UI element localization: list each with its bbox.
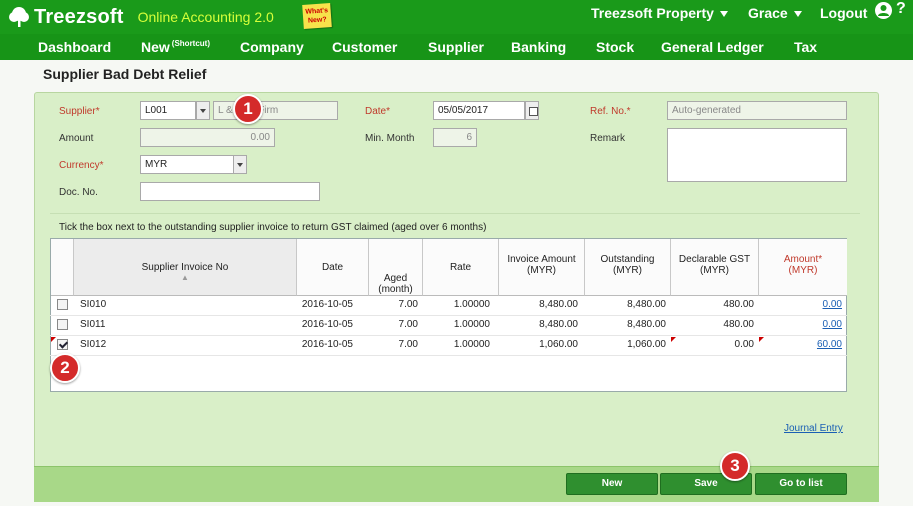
row-checkbox[interactable] (57, 299, 68, 310)
sort-ascending-icon: ▲ (181, 273, 189, 282)
menu-supplier[interactable]: Supplier (428, 39, 484, 55)
cell-invoice-amount: 8,480.00 (539, 319, 578, 330)
help-icon[interactable]: ? (896, 0, 906, 18)
select-column-header (51, 239, 74, 296)
cell-aged: 7.00 (398, 339, 418, 350)
brand-logo[interactable]: Treezsoft Online Accounting 2.0 (8, 5, 274, 29)
cell-date: 2016-10-05 (301, 339, 353, 350)
brand-name: Treezsoft (34, 5, 124, 28)
company-menu[interactable]: Treezsoft Property (591, 5, 728, 21)
new-button[interactable]: New (566, 473, 658, 495)
user-menu[interactable]: Grace (748, 5, 802, 21)
callout-badge-1: 1 (233, 94, 263, 124)
cell-invoice-amount: 8,480.00 (539, 299, 578, 310)
date-label: Date* (365, 106, 391, 117)
row-separator (50, 315, 847, 316)
cell-invoice-amount: 1,060.00 (539, 339, 578, 350)
modified-marker-icon (51, 337, 56, 342)
refno-input[interactable]: Auto-generated (667, 101, 847, 120)
col-header-invoice-no-label: Supplier Invoice No ▲ (74, 262, 296, 282)
cell-aged: 7.00 (398, 299, 418, 310)
cell-invoice-no: SI011 (80, 319, 106, 330)
currency-dropdown-button[interactable] (233, 155, 247, 174)
callout-badge-3: 3 (720, 451, 750, 481)
cell-aged: 7.00 (398, 319, 418, 330)
docno-input[interactable] (140, 182, 320, 201)
cell-outstanding: 8,480.00 (627, 299, 666, 310)
callout-badge-2: 2 (50, 353, 80, 383)
col-header-date[interactable]: Date (297, 239, 369, 296)
cell-invoice-no: SI010 (80, 299, 107, 310)
currency-select[interactable]: MYR (140, 155, 234, 174)
menu-tax[interactable]: Tax (794, 39, 817, 55)
section-divider (50, 213, 860, 214)
cell-rate: 1.00000 (453, 319, 490, 330)
row-checkbox[interactable] (57, 339, 68, 350)
brand-tagline: Online Accounting 2.0 (137, 9, 274, 25)
tree-logo-icon (8, 6, 30, 28)
menu-stock[interactable]: Stock (596, 39, 634, 55)
cell-declarable-gst: 480.00 (723, 319, 754, 330)
remark-textarea[interactable] (667, 128, 847, 182)
menu-new[interactable]: New (Shortcut) (141, 39, 210, 55)
button-bar (34, 466, 879, 502)
date-input[interactable]: 05/05/2017 (433, 101, 525, 120)
docno-label: Doc. No. (59, 187, 98, 198)
cell-amount-link[interactable]: 60.00 (760, 339, 842, 350)
cell-declarable-gst: 480.00 (723, 299, 754, 310)
instruction-text: Tick the box next to the outstanding sup… (59, 222, 487, 233)
cell-rate: 1.00000 (453, 299, 490, 310)
col-header-declarable-gst[interactable]: Declarable GST (MYR) (671, 239, 759, 296)
chevron-down-icon (793, 11, 802, 18)
amount-label: Amount (59, 133, 94, 144)
cell-amount-link[interactable]: 0.00 (760, 319, 842, 330)
go-to-list-button[interactable]: Go to list (755, 473, 847, 495)
row-checkbox[interactable] (57, 319, 68, 330)
menu-new-shortcut-label: (Shortcut) (171, 39, 211, 49)
menu-general-ledger[interactable]: General Ledger (661, 39, 764, 55)
chevron-down-icon (719, 11, 728, 18)
col-header-rate[interactable]: Rate (423, 239, 499, 296)
menu-company[interactable]: Company (240, 39, 304, 55)
cell-invoice-no: SI012 (80, 339, 107, 350)
menu-dashboard[interactable]: Dashboard (38, 39, 111, 55)
row-separator (50, 335, 847, 336)
cell-amount-link[interactable]: 0.00 (760, 299, 842, 310)
user-menu-label: Grace (748, 5, 788, 21)
currency-label: Currency* (59, 160, 104, 171)
col-header-aged[interactable]: Aged (month) (369, 239, 423, 296)
user-account-icon[interactable] (875, 2, 892, 19)
menu-customer[interactable]: Customer (332, 39, 397, 55)
col-header-invoice-amount[interactable]: Invoice Amount (MYR) (499, 239, 585, 296)
logout-link[interactable]: Logout (820, 5, 867, 21)
cell-date: 2016-10-05 (301, 299, 353, 310)
col-header-amount[interactable]: Amount* (MYR) (759, 239, 847, 296)
remark-label: Remark (590, 133, 626, 144)
journal-entry-link[interactable]: Journal Entry (784, 423, 843, 434)
col-header-outstanding[interactable]: Outstanding (MYR) (585, 239, 671, 296)
row-separator (50, 355, 847, 356)
cell-declarable-gst: 0.00 (734, 339, 754, 350)
col-header-invoice-no[interactable]: Supplier Invoice No ▲ (74, 239, 297, 296)
supplier-name-input[interactable]: L & ... er Firm (213, 101, 338, 120)
refno-label: Ref. No.* (590, 106, 631, 117)
menu-banking[interactable]: Banking (511, 39, 566, 55)
supplier-code-input[interactable]: L001 (140, 101, 196, 120)
supplier-label: Supplier* (59, 106, 100, 117)
cell-rate: 1.00000 (453, 339, 490, 350)
cell-outstanding: 1,060.00 (627, 339, 666, 350)
cell-date: 2016-10-05 (301, 319, 353, 330)
minmonth-input[interactable]: 6 (433, 128, 477, 147)
company-menu-label: Treezsoft Property (591, 5, 714, 21)
whats-new-sticker[interactable]: What's New? (302, 3, 332, 29)
calendar-icon[interactable] (525, 101, 539, 120)
cell-outstanding: 8,480.00 (627, 319, 666, 330)
menu-new-label: New (141, 39, 170, 55)
amount-input[interactable]: 0.00 (140, 128, 275, 147)
minmonth-label: Min. Month (365, 133, 415, 144)
supplier-dropdown-button[interactable] (196, 101, 210, 120)
page-title: Supplier Bad Debt Relief (43, 66, 207, 82)
